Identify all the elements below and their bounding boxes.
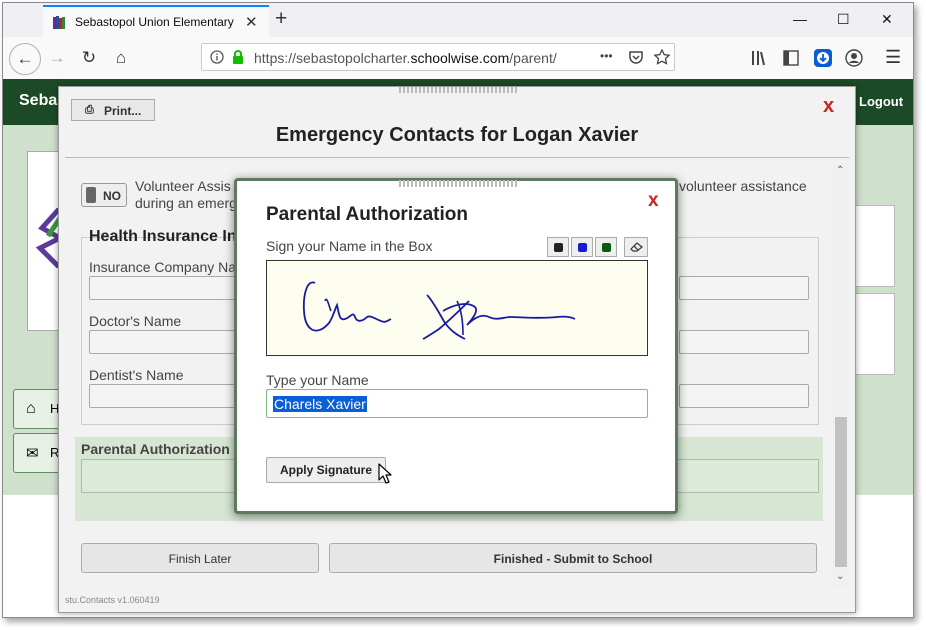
menu-icon[interactable]: ☰ <box>885 47 901 68</box>
eraser-button[interactable] <box>624 237 648 257</box>
page-actions-icon[interactable]: ••• <box>600 49 613 63</box>
scroll-down-icon[interactable]: ⌄ <box>836 571 844 582</box>
modal-close-icon[interactable]: x <box>823 95 834 118</box>
divider <box>65 157 849 158</box>
minimize-button[interactable]: — <box>793 11 807 27</box>
scroll-up-icon[interactable]: ⌃ <box>836 165 844 176</box>
forward-button[interactable]: → <box>43 44 71 72</box>
home-icon: ⌂ <box>26 400 36 417</box>
doctor-field[interactable] <box>89 330 239 354</box>
back-button[interactable]: ← <box>9 43 41 75</box>
messages-nav-button[interactable]: ✉ R <box>13 433 63 473</box>
download-icon[interactable] <box>813 48 833 68</box>
mouse-cursor-icon <box>378 463 392 484</box>
submit-to-school-button[interactable]: Finished - Submit to School <box>329 543 817 573</box>
school-favicon-icon <box>53 16 65 29</box>
insurance-right-field[interactable] <box>679 276 809 300</box>
doctor-label: Doctor's Name <box>89 313 182 329</box>
dentist-label: Dentist's Name <box>89 367 184 383</box>
dialog-title: Parental Authorization <box>266 204 468 225</box>
new-tab-button[interactable]: + <box>275 8 287 30</box>
url-bar[interactable]: https://sebastopolcharter.schoolwise.com… <box>201 43 675 71</box>
toggle-knob <box>86 187 96 203</box>
signature-canvas[interactable] <box>266 260 648 356</box>
sidebar-icon[interactable] <box>783 50 799 66</box>
dentist-right-field[interactable] <box>679 384 809 408</box>
modal-title: Emergency Contacts for Logan Xavier <box>275 124 639 146</box>
pocket-icon[interactable] <box>628 50 644 65</box>
dialog-close-icon[interactable]: x <box>648 190 659 212</box>
typed-name-value: Charels Xavier <box>273 396 367 412</box>
typed-name-input[interactable]: Charels Xavier <box>266 389 648 418</box>
volunteer-text-right: volunteer assistance <box>679 178 807 194</box>
parental-authorization-dialog: Parental Authorization x Sign your Name … <box>234 178 678 514</box>
handwritten-signature <box>302 281 576 340</box>
lock-icon <box>233 50 243 64</box>
scroll-thumb[interactable] <box>835 417 847 567</box>
bookmark-star-icon[interactable] <box>654 49 670 65</box>
library-icon[interactable] <box>751 50 769 66</box>
logout-link[interactable]: Logout <box>859 94 903 109</box>
print-button[interactable]: ⎙ Print... <box>71 99 155 121</box>
school-logo-icon <box>35 208 60 268</box>
home-button[interactable]: ⌂ <box>107 44 135 72</box>
envelope-icon: ✉ <box>26 445 39 462</box>
tab-strip: Sebastopol Union Elementary D ✕ + — ☐ ✕ <box>3 3 913 37</box>
drag-handle[interactable] <box>399 87 519 93</box>
close-tab-icon[interactable]: ✕ <box>245 13 258 31</box>
volunteer-toggle[interactable]: NO <box>81 183 127 207</box>
close-window-button[interactable]: ✕ <box>881 11 893 28</box>
dialog-drag-handle[interactable] <box>399 180 517 187</box>
home-nav-button[interactable]: ⌂ H <box>13 389 63 429</box>
reload-button[interactable]: ↻ <box>75 44 103 72</box>
browser-tab[interactable]: Sebastopol Union Elementary D ✕ <box>43 5 269 37</box>
volunteer-text: Volunteer Assis <box>135 178 231 194</box>
volunteer-text-2: during an emerg <box>135 195 237 211</box>
version-label: stu.Contacts v1.060419 <box>65 595 160 605</box>
maximize-button[interactable]: ☐ <box>837 11 850 28</box>
pen-blue-button[interactable] <box>571 237 593 257</box>
right-panel-2 <box>855 293 895 375</box>
pen-green-button[interactable] <box>595 237 617 257</box>
site-brand: Seba <box>19 92 58 109</box>
apply-signature-button[interactable]: Apply Signature <box>266 457 386 483</box>
nav-toolbar: ← → ↻ ⌂ https://sebastopolcharter.school… <box>3 37 913 80</box>
type-name-label: Type your Name <box>266 372 369 388</box>
url-text: https://sebastopolcharter.schoolwise.com… <box>254 50 557 66</box>
eraser-icon <box>630 242 643 252</box>
insurance-company-field[interactable] <box>89 276 239 300</box>
info-icon[interactable] <box>210 50 224 64</box>
doctor-right-field[interactable] <box>679 330 809 354</box>
parental-auth-label: Parental Authorization <box>81 441 230 457</box>
pen-black-button[interactable] <box>547 237 569 257</box>
insurance-company-label: Insurance Company Na <box>89 259 237 275</box>
right-panel-1 <box>855 205 895 287</box>
modal-scrollbar[interactable]: ⌃ ⌄ <box>833 165 849 587</box>
account-icon[interactable] <box>845 49 863 67</box>
dentist-field[interactable] <box>89 384 239 408</box>
tab-title: Sebastopol Union Elementary D <box>75 15 237 29</box>
sign-name-label: Sign your Name in the Box <box>266 238 433 254</box>
printer-icon: ⎙ <box>85 104 94 116</box>
finish-later-button[interactable]: Finish Later <box>81 543 319 573</box>
health-insurance-heading: Health Insurance In <box>89 228 237 245</box>
